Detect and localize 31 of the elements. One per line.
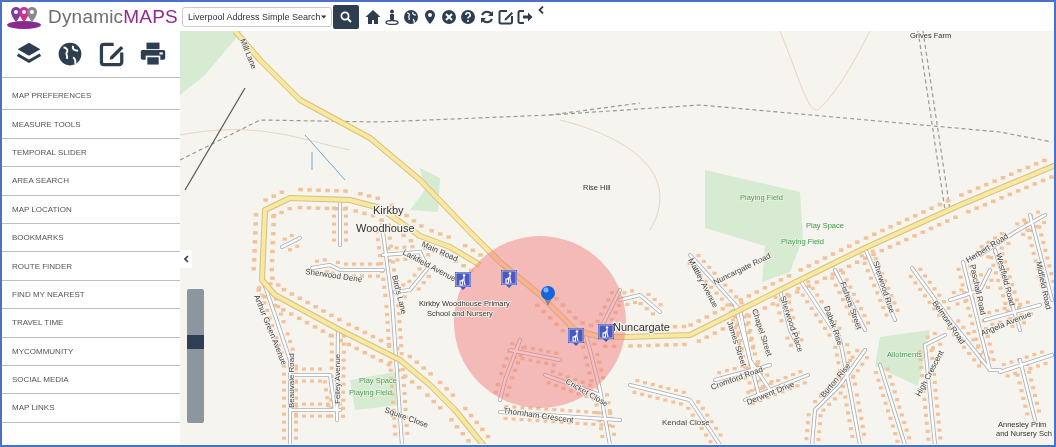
road-label: Thornham Crescent xyxy=(502,406,574,425)
road-label: Paschall Road xyxy=(968,263,988,316)
road-label: James Street xyxy=(725,319,749,368)
search-dropdown[interactable]: Liverpool Address Simple Search xyxy=(182,6,332,27)
menu-item[interactable]: MEASURE TOOLS xyxy=(12,119,81,129)
place-label: Kirkby xyxy=(373,204,404,216)
road-label: Chapel Street xyxy=(750,307,774,358)
menu-item[interactable]: TEMPORAL SLIDER xyxy=(12,147,87,157)
menu-item[interactable]: AREA SEARCH xyxy=(12,176,69,186)
road-label: Bird's Lane xyxy=(390,274,409,316)
menu-item[interactable]: MAP LOCATION xyxy=(12,204,72,214)
menu-item[interactable]: SOCIAL MEDIA xyxy=(12,375,69,385)
menu-item[interactable]: MAP LINKS xyxy=(12,403,55,413)
menu-item[interactable]: ROUTE FINDER xyxy=(12,261,72,271)
road-label: Sherwood Dene xyxy=(304,267,363,284)
place-label: Nuncargate xyxy=(613,321,670,333)
logo-text: DynamicMAPS xyxy=(48,5,178,28)
road-label: Fishers Street xyxy=(838,280,864,331)
place-label: Woodhouse xyxy=(356,222,415,234)
road-label: Dabek Rise xyxy=(822,304,845,347)
menu-item[interactable]: TRAVEL TIME xyxy=(12,318,64,328)
road-label: Kendal Close xyxy=(662,418,710,427)
road-label: Mill Lane xyxy=(238,37,259,71)
menu-item[interactable]: MAP PREFERENCES xyxy=(12,91,92,101)
menu-item[interactable]: MYCOMMUNITY xyxy=(12,346,74,356)
road-label: Midfield Road xyxy=(1034,260,1053,311)
road-label: Felley Avenue xyxy=(333,353,342,404)
menu-item[interactable]: BOOKMARKS xyxy=(12,233,64,243)
road-label: Beauvale Road xyxy=(287,353,296,408)
road-label: Squire Close xyxy=(383,405,430,430)
menu-item[interactable]: FIND MY NEAREST xyxy=(12,289,85,299)
